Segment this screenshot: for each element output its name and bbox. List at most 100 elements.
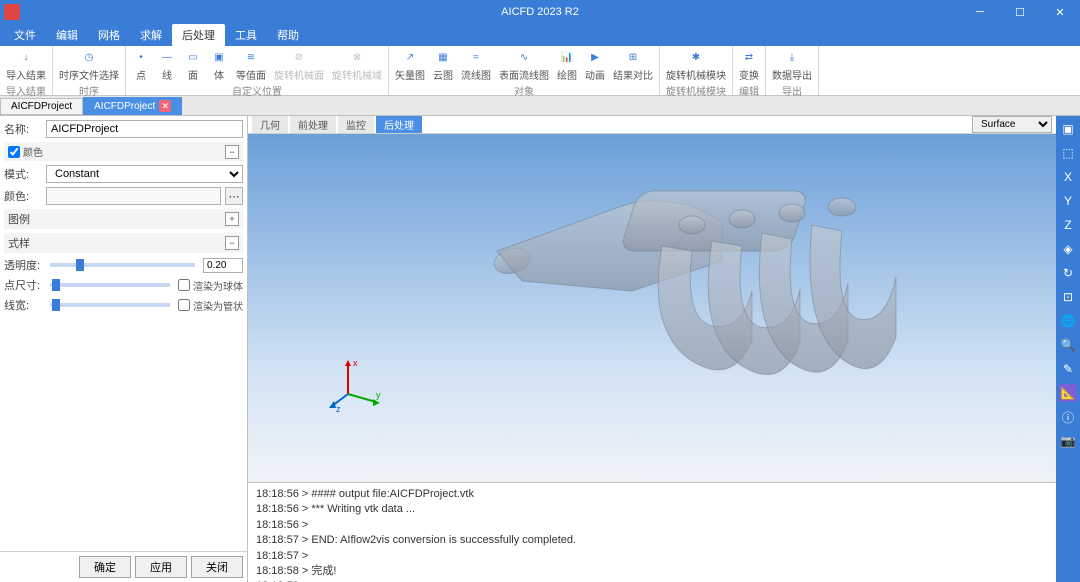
opacity-value[interactable]: [203, 258, 243, 273]
svg-text:y: y: [376, 390, 381, 400]
rot-domain[interactable]: ⊗旋转机械域: [332, 48, 382, 82]
legend-label: 图例: [8, 211, 30, 227]
menu-1[interactable]: 编辑: [46, 24, 88, 46]
rot-surface-icon: ⊘: [290, 48, 308, 66]
vector[interactable]: ↗矢量图: [395, 48, 425, 82]
menu-3[interactable]: 求解: [130, 24, 172, 46]
rot-domain-label: 旋转机械域: [332, 67, 382, 82]
pointsize-slider[interactable]: [50, 283, 170, 287]
mode-label: 模式:: [4, 166, 42, 182]
minimize-button[interactable]: ─: [960, 0, 1000, 24]
surface-stream-icon: ∿: [515, 48, 533, 66]
point-icon: •: [132, 48, 150, 66]
isosurface-icon: ≋: [242, 48, 260, 66]
view-tab-3[interactable]: 后处理: [376, 116, 422, 133]
snippet-icon[interactable]: ✎: [1059, 360, 1077, 378]
model-geometry: [392, 151, 912, 431]
opacity-slider[interactable]: [50, 263, 195, 267]
rot-surface-label: 旋转机械面: [274, 67, 324, 82]
view-z-icon[interactable]: Z: [1059, 216, 1077, 234]
legend-section-toggle[interactable]: +: [225, 212, 239, 226]
right-toolbar: ▣ ⬚ XYZ ◈ ↻ ⊡ 🌐 🔍 ✎ 📐 ⓘ 📷: [1056, 116, 1080, 582]
color-checkbox[interactable]: [8, 146, 20, 158]
streamline-icon: ≈: [467, 48, 485, 66]
view-tab-2[interactable]: 监控: [338, 116, 374, 133]
maximize-button[interactable]: ☐: [1000, 0, 1040, 24]
close-button[interactable]: ✕: [1040, 0, 1080, 24]
color-picker-button[interactable]: ⋯: [225, 187, 243, 205]
menu-0[interactable]: 文件: [4, 24, 46, 46]
select-icon[interactable]: ⬚: [1059, 144, 1077, 162]
render-mode-dropdown[interactable]: Surface: [972, 116, 1052, 133]
surface-stream[interactable]: ∿表面流线图: [499, 48, 549, 82]
view-tab-0[interactable]: 几何: [252, 116, 288, 133]
app-logo-icon: [4, 4, 20, 20]
line[interactable]: —线: [158, 48, 176, 82]
ok-button[interactable]: 确定: [79, 556, 131, 578]
anim-label: 动画: [585, 67, 605, 82]
opacity-label: 透明度:: [4, 257, 42, 273]
globe-icon[interactable]: 🌐: [1059, 312, 1077, 330]
vector-icon: ↗: [401, 48, 419, 66]
project-tab-0[interactable]: AICFDProject: [0, 98, 83, 115]
anim[interactable]: ▶动画: [585, 48, 605, 82]
close-tab-icon[interactable]: ✕: [159, 100, 171, 112]
line-icon: —: [158, 48, 176, 66]
cube-icon[interactable]: ▣: [1059, 120, 1077, 138]
isosurface[interactable]: ≋等值面: [236, 48, 266, 82]
import-results[interactable]: ↓导入结果: [6, 48, 46, 82]
timeseries[interactable]: ◷时序文件选择: [59, 48, 119, 82]
view-y-icon[interactable]: Y: [1059, 192, 1077, 210]
zoom-icon[interactable]: 🔍: [1059, 336, 1077, 354]
app-title: AICFD 2023 R2: [501, 6, 579, 18]
iso-icon[interactable]: ◈: [1059, 240, 1077, 258]
view-tab-1[interactable]: 前处理: [290, 116, 336, 133]
export-label: 数据导出: [772, 67, 812, 82]
timeseries-label: 时序文件选择: [59, 67, 119, 82]
import-results-icon: ↓: [17, 48, 35, 66]
line-label: 线: [162, 67, 172, 82]
color-swatch[interactable]: [46, 187, 221, 205]
project-tabs: AICFDProjectAICFDProject✕: [0, 96, 1080, 116]
group-label: 导出: [772, 82, 812, 98]
menu-5[interactable]: 工具: [225, 24, 267, 46]
color-section-toggle[interactable]: −: [225, 145, 239, 159]
style-section-toggle[interactable]: −: [225, 236, 239, 250]
measure-icon[interactable]: 📐: [1059, 384, 1077, 402]
export[interactable]: ⤓数据导出: [772, 48, 812, 82]
group-label: 对象: [395, 82, 653, 98]
compare[interactable]: ⊞结果对比: [613, 48, 653, 82]
streamline[interactable]: ≈流线图: [461, 48, 491, 82]
transform[interactable]: ⇄变换: [739, 48, 759, 82]
close-panel-button[interactable]: 关闭: [191, 556, 243, 578]
menu-4[interactable]: 后处理: [172, 24, 225, 46]
view-x-icon[interactable]: X: [1059, 168, 1077, 186]
compare-label: 结果对比: [613, 67, 653, 82]
menu-6[interactable]: 帮助: [267, 24, 309, 46]
svg-text:z: z: [336, 404, 341, 414]
name-input[interactable]: [46, 120, 243, 138]
console-output[interactable]: 18:18:56 > #### output file:AICFDProject…: [248, 482, 1056, 582]
apply-button[interactable]: 应用: [135, 556, 187, 578]
mode-select[interactable]: Constant: [46, 165, 243, 183]
project-tab-1[interactable]: AICFDProject✕: [83, 97, 182, 115]
linewidth-slider[interactable]: [50, 303, 170, 307]
camera-icon[interactable]: 📷: [1059, 432, 1077, 450]
render-tube-checkbox[interactable]: [178, 299, 190, 311]
rotate-icon[interactable]: ↻: [1059, 264, 1077, 282]
rot-surface[interactable]: ⊘旋转机械面: [274, 48, 324, 82]
fit-icon[interactable]: ⊡: [1059, 288, 1077, 306]
info-icon[interactable]: ⓘ: [1059, 408, 1077, 426]
plot[interactable]: 📊绘图: [557, 48, 577, 82]
volume[interactable]: ▣体: [210, 48, 228, 82]
render-ball-checkbox[interactable]: [178, 279, 190, 291]
menu-2[interactable]: 网格: [88, 24, 130, 46]
ribbon: ↓导入结果导入结果◷时序文件选择时序•点—线▭面▣体≋等值面⊘旋转机械面⊗旋转机…: [0, 46, 1080, 96]
surface[interactable]: ▭面: [184, 48, 202, 82]
viewport-3d[interactable]: x y z: [248, 134, 1056, 482]
rotating[interactable]: ✱旋转机械模块: [666, 48, 726, 82]
contour[interactable]: ▦云图: [433, 48, 453, 82]
volume-icon: ▣: [210, 48, 228, 66]
group-label: 自定义位置: [132, 82, 382, 98]
point[interactable]: •点: [132, 48, 150, 82]
